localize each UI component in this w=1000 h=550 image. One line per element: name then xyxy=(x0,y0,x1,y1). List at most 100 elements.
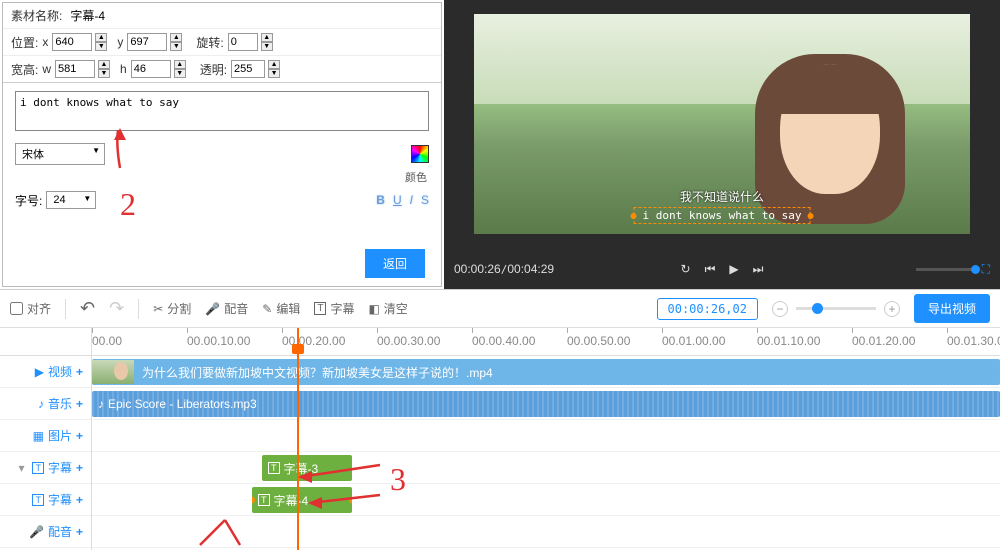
undo-icon[interactable]: ↶ xyxy=(80,298,95,319)
eraser-icon: ◧ xyxy=(368,302,379,316)
volume-slider[interactable] xyxy=(916,268,976,271)
text-icon: T xyxy=(268,462,280,474)
audio-clip[interactable]: ♪ Epic Score - Liberators.mp3 xyxy=(92,391,1000,417)
w-label: w xyxy=(42,62,51,76)
y-input[interactable]: 697 xyxy=(127,33,167,51)
align-tool[interactable]: 对齐 xyxy=(10,300,51,317)
video-track-label[interactable]: ▶视频+ xyxy=(0,356,91,388)
time-ruler[interactable]: 00.00 00.00.10.00 00.00.20.00 00.00.30.0… xyxy=(92,328,1000,356)
edit-tool[interactable]: ✎编辑 xyxy=(262,300,300,317)
fullscreen-icon[interactable]: ⛶ xyxy=(982,262,990,277)
subtitle-text-input[interactable]: i dont knows what to say xyxy=(15,91,429,131)
plus-icon[interactable]: + xyxy=(76,461,83,475)
timeline: ▶视频+ ♪音乐+ ▦图片+ ▾T字幕+ T字幕+ 🎤配音+ 00.00 00.… xyxy=(0,328,1000,550)
prev-icon[interactable]: ⏮ xyxy=(705,262,716,277)
image-track-label[interactable]: ▦图片+ xyxy=(0,420,91,452)
plus-icon[interactable]: + xyxy=(76,429,83,443)
audio-track-label[interactable]: ♪音乐+ xyxy=(0,388,91,420)
timeline-toolbar: 对齐 ↶ ↷ ✂分割 🎤配音 ✎编辑 T字幕 ◧清空 00:00:26,02 −… xyxy=(0,290,1000,328)
video-controls: 00:00:26/00:04:29 ↻ ⏮ ▶ ⏭ ⛶ xyxy=(444,255,1000,283)
strike-button[interactable]: S xyxy=(421,193,429,207)
zoom-in-icon[interactable]: + xyxy=(884,301,900,317)
track-labels: ▶视频+ ♪音乐+ ▦图片+ ▾T字幕+ T字幕+ 🎤配音+ xyxy=(0,328,92,550)
subtitle-clip-3[interactable]: T 字幕-3 xyxy=(262,455,352,481)
y-label: y xyxy=(117,35,123,49)
rotate-input[interactable]: 0 xyxy=(228,33,258,51)
x-label: x xyxy=(42,35,48,49)
italic-button[interactable]: I xyxy=(410,193,413,207)
split-tool[interactable]: ✂分割 xyxy=(153,300,191,317)
music-icon: ♪ xyxy=(38,397,44,411)
clip-handle-left[interactable] xyxy=(252,497,255,504)
clear-tool[interactable]: ◧清空 xyxy=(368,300,407,317)
timecode-display[interactable]: 00:00:26,02 xyxy=(657,298,758,320)
voice-tool[interactable]: 🎤配音 xyxy=(205,300,248,317)
clip-thumbnail xyxy=(92,360,134,384)
zoom-out-icon[interactable]: − xyxy=(772,301,788,317)
bold-button[interactable]: B xyxy=(376,193,385,207)
plus-icon[interactable]: + xyxy=(76,493,83,507)
timeline-body[interactable]: 00.00 00.00.10.00 00.00.20.00 00.00.30.0… xyxy=(92,328,1000,550)
subtitle-overlay[interactable]: 我不知道说什么 i dont knows what to say xyxy=(634,188,811,224)
text-icon: T xyxy=(314,302,326,315)
rotate-spinner[interactable]: ▲▼ xyxy=(261,33,273,51)
text-icon: T xyxy=(32,494,44,506)
video-preview-panel: 我不知道说什么 i dont knows what to say 00:00:2… xyxy=(444,0,1000,289)
playhead[interactable] xyxy=(297,328,299,550)
subtitle-clip-4[interactable]: T 字幕-4 xyxy=(252,487,352,513)
w-spinner[interactable]: ▲▼ xyxy=(98,60,110,78)
opacity-input[interactable]: 255 xyxy=(231,60,265,78)
video-track[interactable]: 为什么我们要做新加坡中文视频？新加坡美女是这样子说的！.mp4 xyxy=(92,356,1000,388)
x-spinner[interactable]: ▲▼ xyxy=(95,33,107,51)
text-icon: T xyxy=(32,462,44,474)
subtitle-track-1[interactable]: T 字幕-3 xyxy=(92,452,1000,484)
video-clip[interactable]: 为什么我们要做新加坡中文视频？新加坡美女是这样子说的！.mp4 xyxy=(92,359,1000,385)
mic-icon: 🎤 xyxy=(205,302,220,316)
color-label: 颜色 xyxy=(405,169,427,185)
image-icon: ▦ xyxy=(33,429,44,443)
time-display: 00:00:26/00:04:29 xyxy=(454,262,554,276)
replay-icon[interactable]: ↻ xyxy=(681,262,691,277)
fontsize-label: 字号: xyxy=(15,192,42,209)
x-input[interactable]: 640 xyxy=(52,33,92,51)
w-input[interactable]: 581 xyxy=(55,60,95,78)
h-label: h xyxy=(120,62,127,76)
export-button[interactable]: 导出视频 xyxy=(914,294,990,323)
subtitle-track-2[interactable]: T 字幕-4 xyxy=(92,484,1000,516)
font-family-dropdown[interactable]: 宋体 xyxy=(15,143,105,165)
properties-panel: 素材名称: 字幕-4 位置: x 640 ▲▼ y 697 ▲▼ 旋转: 0 ▲… xyxy=(2,2,442,287)
material-name-label: 素材名称: xyxy=(11,7,62,24)
h-spinner[interactable]: ▲▼ xyxy=(174,60,186,78)
subtitle-track-label-2[interactable]: T字幕+ xyxy=(0,484,91,516)
chevron-down-icon[interactable]: ▾ xyxy=(18,461,24,475)
voice-track-label[interactable]: 🎤配音+ xyxy=(0,516,91,548)
image-track[interactable] xyxy=(92,420,1000,452)
zoom-slider[interactable] xyxy=(796,307,876,310)
next-icon[interactable]: ⏭ xyxy=(753,262,764,277)
underline-button[interactable]: U xyxy=(393,193,402,207)
y-spinner[interactable]: ▲▼ xyxy=(170,33,182,51)
plus-icon[interactable]: + xyxy=(76,397,83,411)
plus-icon[interactable]: + xyxy=(76,525,83,539)
plus-icon[interactable]: + xyxy=(76,365,83,379)
opacity-label: 透明: xyxy=(200,61,227,78)
clip-handle-right[interactable] xyxy=(349,497,352,504)
subtitle-tool[interactable]: T字幕 xyxy=(314,300,354,317)
video-icon: ▶ xyxy=(35,365,44,379)
voice-track[interactable] xyxy=(92,516,1000,548)
h-input[interactable]: 46 xyxy=(131,60,171,78)
return-button[interactable]: 返回 xyxy=(365,249,425,278)
video-canvas[interactable]: 我不知道说什么 i dont knows what to say xyxy=(474,14,970,234)
play-icon[interactable]: ▶ xyxy=(729,262,738,277)
opacity-spinner[interactable]: ▲▼ xyxy=(268,60,280,78)
rotate-label: 旋转: xyxy=(196,34,223,51)
color-picker-icon[interactable] xyxy=(411,145,429,163)
redo-icon[interactable]: ↷ xyxy=(109,298,124,319)
scissors-icon: ✂ xyxy=(153,302,163,316)
pencil-icon: ✎ xyxy=(262,302,272,316)
audio-track[interactable]: ♪ Epic Score - Liberators.mp3 xyxy=(92,388,1000,420)
fontsize-dropdown[interactable]: 24 xyxy=(46,191,96,209)
subtitle-en-box[interactable]: i dont knows what to say xyxy=(634,207,811,224)
subtitle-track-label[interactable]: ▾T字幕+ xyxy=(0,452,91,484)
subtitle-cn: 我不知道说什么 xyxy=(634,188,811,205)
